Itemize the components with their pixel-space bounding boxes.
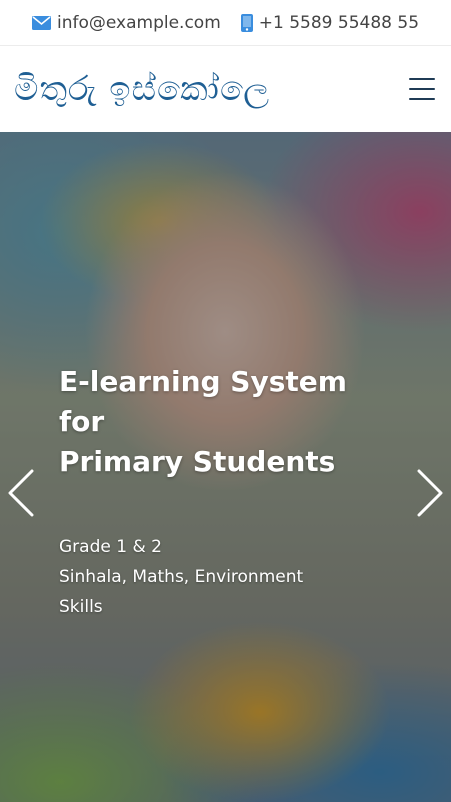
phone-contact[interactable]: +1 5589 55488 55: [240, 13, 419, 33]
chevron-left-icon: [8, 469, 34, 517]
email-text[interactable]: info@example.com: [57, 13, 221, 33]
email-contact[interactable]: info@example.com: [31, 13, 221, 33]
hero-sub-line: Grade 1 & 2: [59, 537, 162, 557]
hero-headline: E-learning System for Primary Students: [59, 362, 389, 482]
hero-headline-line: E-learning System: [59, 365, 347, 398]
chevron-right-icon: [417, 469, 443, 517]
carousel-prev-button[interactable]: [4, 467, 40, 519]
hero-carousel: E-learning System for Primary Students G…: [0, 132, 451, 802]
hero-subtext: Grade 1 & 2 Sinhala, Maths, Environment …: [59, 532, 389, 622]
hero-sub-line: Sinhala, Maths, Environment: [59, 567, 304, 587]
hamburger-menu-button[interactable]: [409, 78, 435, 100]
phone-text[interactable]: +1 5589 55488 55: [259, 13, 419, 33]
envelope-icon: [31, 15, 51, 30]
hero-headline-line: Primary Students: [59, 445, 336, 478]
site-header: මිතුරු ඉස්කෝලෙ: [0, 46, 451, 132]
menu-line-icon: [409, 88, 435, 90]
hero-sub-line: Skills: [59, 597, 103, 617]
phone-icon: [240, 13, 253, 32]
carousel-next-button[interactable]: [411, 467, 447, 519]
top-contact-bar: info@example.com +1 5589 55488 55: [0, 0, 451, 46]
site-logo[interactable]: මිතුරු ඉස්කෝලෙ: [14, 69, 270, 109]
menu-line-icon: [409, 78, 435, 80]
hero-headline-line: for: [59, 405, 105, 438]
menu-line-icon: [409, 98, 435, 100]
